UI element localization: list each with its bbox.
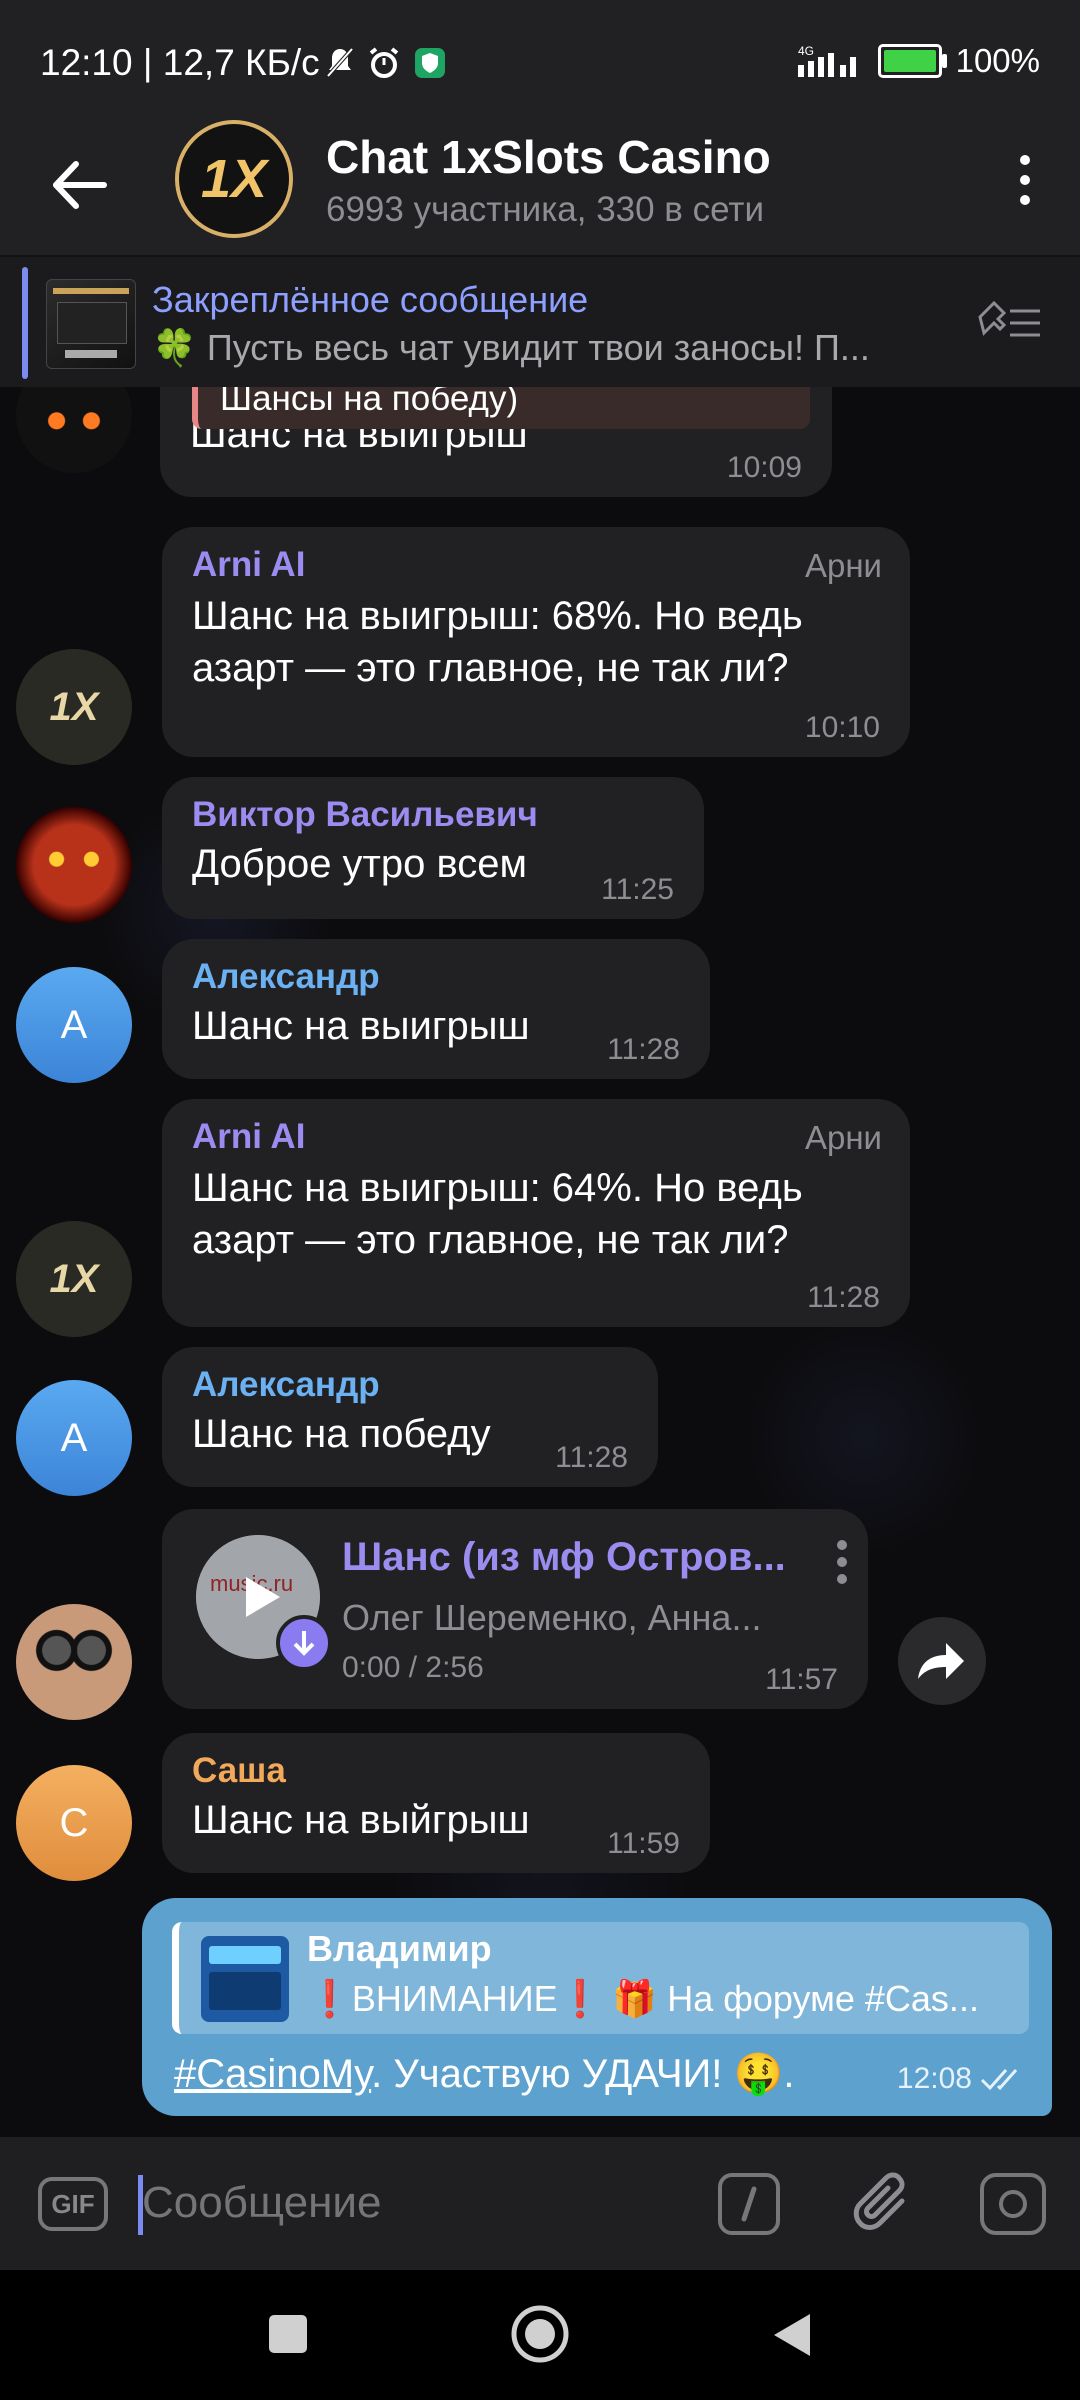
message-text: азарт — это главное, не так ли? <box>192 1218 789 1262</box>
message-author[interactable]: Виктор Васильевич <box>192 795 538 835</box>
forward-button[interactable] <box>898 1617 986 1705</box>
signal-icon: 4G <box>797 44 856 77</box>
status-time: 12:10 | 12,7 КБ/с <box>40 42 320 83</box>
audio-artist: Олег Шеременко, Анна... <box>342 1597 762 1638</box>
message-text: Шанс на выйгрыш <box>192 1798 530 1842</box>
chat-title[interactable]: Chat 1xSlots Casino <box>326 130 771 184</box>
message-time: 11:28 <box>807 1281 880 1314</box>
pinned-title: Закреплённое сообщение <box>152 279 589 320</box>
message-time: 12:08 <box>896 2062 972 2095</box>
message-bubble[interactable]: Arni AI Арни Шанс на выигрыш: 64%. Но ве… <box>162 1099 910 1327</box>
camera-icon <box>999 2190 1027 2218</box>
message-text: Шанс на победу <box>192 1412 491 1456</box>
message-time: 10:09 <box>726 451 802 484</box>
message-text: #CasinoMy. Участвую УДАЧИ! 🤑. <box>174 2052 795 2096</box>
message-bubble[interactable]: Виктор Васильевич Доброе утро всем 11:25 <box>162 777 704 919</box>
avatar[interactable]: A <box>16 1380 132 1496</box>
avatar[interactable]: 1X <box>16 649 132 765</box>
message-author[interactable]: Arni AI <box>192 1117 305 1157</box>
pinned-thumbnail <box>46 279 136 369</box>
author-rank: Арни <box>804 1119 882 1156</box>
unpin-icon[interactable] <box>974 297 1044 347</box>
avatar[interactable] <box>16 807 132 923</box>
message-bubble[interactable]: Саша Шанс на выйгрыш 11:59 <box>162 1733 710 1873</box>
read-receipt-icon <box>980 2069 1018 2091</box>
message-author[interactable]: Arni AI <box>192 545 305 585</box>
quote-author: Владимир <box>307 1928 492 1969</box>
message-text: Доброе утро всем <box>192 842 528 886</box>
chat-header: 1X Chat 1xSlots Casino 6993 участника, 3… <box>0 120 1080 255</box>
back-arrow-icon[interactable] <box>44 150 114 220</box>
quote-thumbnail <box>201 1936 289 2022</box>
more-menu-icon[interactable] <box>1010 150 1040 210</box>
avatar[interactable]: С <box>16 1765 132 1881</box>
reply-preview[interactable]: Шансы на победу) <box>192 387 810 429</box>
message-author[interactable]: Александр <box>192 1365 380 1405</box>
battery-icon <box>877 44 947 78</box>
message-bubble[interactable]: Александр Шанс на выигрыш 11:28 <box>162 939 710 1079</box>
chat-subtitle: 6993 участника, 330 в сети <box>326 190 765 229</box>
own-message-bubble[interactable]: Владимир ❗ВНИМАНИЕ❗ 🎁 На форуме #Cas... … <box>142 1898 1052 2116</box>
message-time: 11:28 <box>607 1033 680 1066</box>
chat-area[interactable]: Шанс на выигрыш 10:09 Шансы на победу) A… <box>0 387 1080 2137</box>
message-author[interactable]: Александр <box>192 957 380 997</box>
back-button[interactable] <box>770 2310 814 2360</box>
message-text: Шанс на выигрыш: 64%. Но ведь <box>192 1166 803 1210</box>
audio-progress: 0:00 / 2:56 <box>342 1651 484 1684</box>
avatar[interactable] <box>16 1604 132 1720</box>
message-input[interactable] <box>140 2177 644 2229</box>
status-right: 4G 100% <box>794 42 1040 80</box>
message-bubble[interactable]: Александр Шанс на победу 11:28 <box>162 1347 658 1487</box>
svg-text:4G: 4G <box>798 44 814 58</box>
message-text: азарт — это главное, не так ли? <box>192 646 789 690</box>
pinned-text: 🍀 Пусть весь чат увидит твои заносы! П..… <box>152 327 870 368</box>
attach-icon[interactable] <box>850 2167 920 2243</box>
avatar[interactable]: A <box>16 967 132 1083</box>
message-bubble[interactable]: Arni AI Арни Шанс на выигрыш: 68%. Но ве… <box>162 527 910 757</box>
commands-button[interactable] <box>718 2173 780 2235</box>
battery-level: 100% <box>955 42 1040 79</box>
message-time: 11:28 <box>555 1441 628 1474</box>
forward-icon <box>918 1643 964 1679</box>
pinned-message-bar[interactable]: Закреплённое сообщение 🍀 Пусть весь чат … <box>0 255 1080 389</box>
author-rank: Арни <box>804 547 882 584</box>
avatar[interactable]: 1X <box>16 1221 132 1337</box>
alarm-icon <box>369 47 399 78</box>
message-composer: GIF <box>0 2137 1080 2270</box>
message-time: 10:10 <box>804 711 880 744</box>
status-bar: 12:10 | 12,7 КБ/с 4G 100% <box>0 0 1080 120</box>
download-icon[interactable] <box>276 1615 332 1671</box>
status-icons <box>325 46 447 80</box>
hashtag-link[interactable]: #CasinoMy <box>174 2052 371 2096</box>
shield-icon <box>415 48 445 78</box>
avatar[interactable] <box>16 387 132 473</box>
mute-icon <box>326 47 354 78</box>
pinned-indicator <box>22 267 28 379</box>
audio-title: Шанс (из мф Остров... <box>342 1535 786 1579</box>
slash-icon <box>741 2186 757 2222</box>
quote-text: ❗ВНИМАНИЕ❗ 🎁 На форуме #Cas... <box>307 1978 979 2019</box>
audio-message-bubble[interactable]: music.ru Шанс (из мф Остров... Олег Шере… <box>162 1509 868 1709</box>
camera-button[interactable] <box>980 2173 1046 2235</box>
message-author[interactable]: Саша <box>192 1751 286 1791</box>
message-text: Шанс на выигрыш <box>192 1004 530 1048</box>
message-time: 11:59 <box>607 1827 680 1860</box>
more-options-icon[interactable] <box>832 1537 852 1587</box>
message-time: 11:25 <box>601 873 674 906</box>
system-nav-bar <box>0 2270 1080 2400</box>
home-button[interactable] <box>510 2304 570 2364</box>
recents-button[interactable] <box>269 2315 307 2353</box>
message-text: Шанс на выигрыш: 68%. Но ведь <box>192 594 803 638</box>
reply-quote[interactable]: Владимир ❗ВНИМАНИЕ❗ 🎁 На форуме #Cas... <box>172 1922 1029 2034</box>
chat-avatar[interactable]: 1X <box>175 120 293 238</box>
message-time: 11:57 <box>765 1663 838 1696</box>
gif-button[interactable]: GIF <box>38 2177 108 2231</box>
